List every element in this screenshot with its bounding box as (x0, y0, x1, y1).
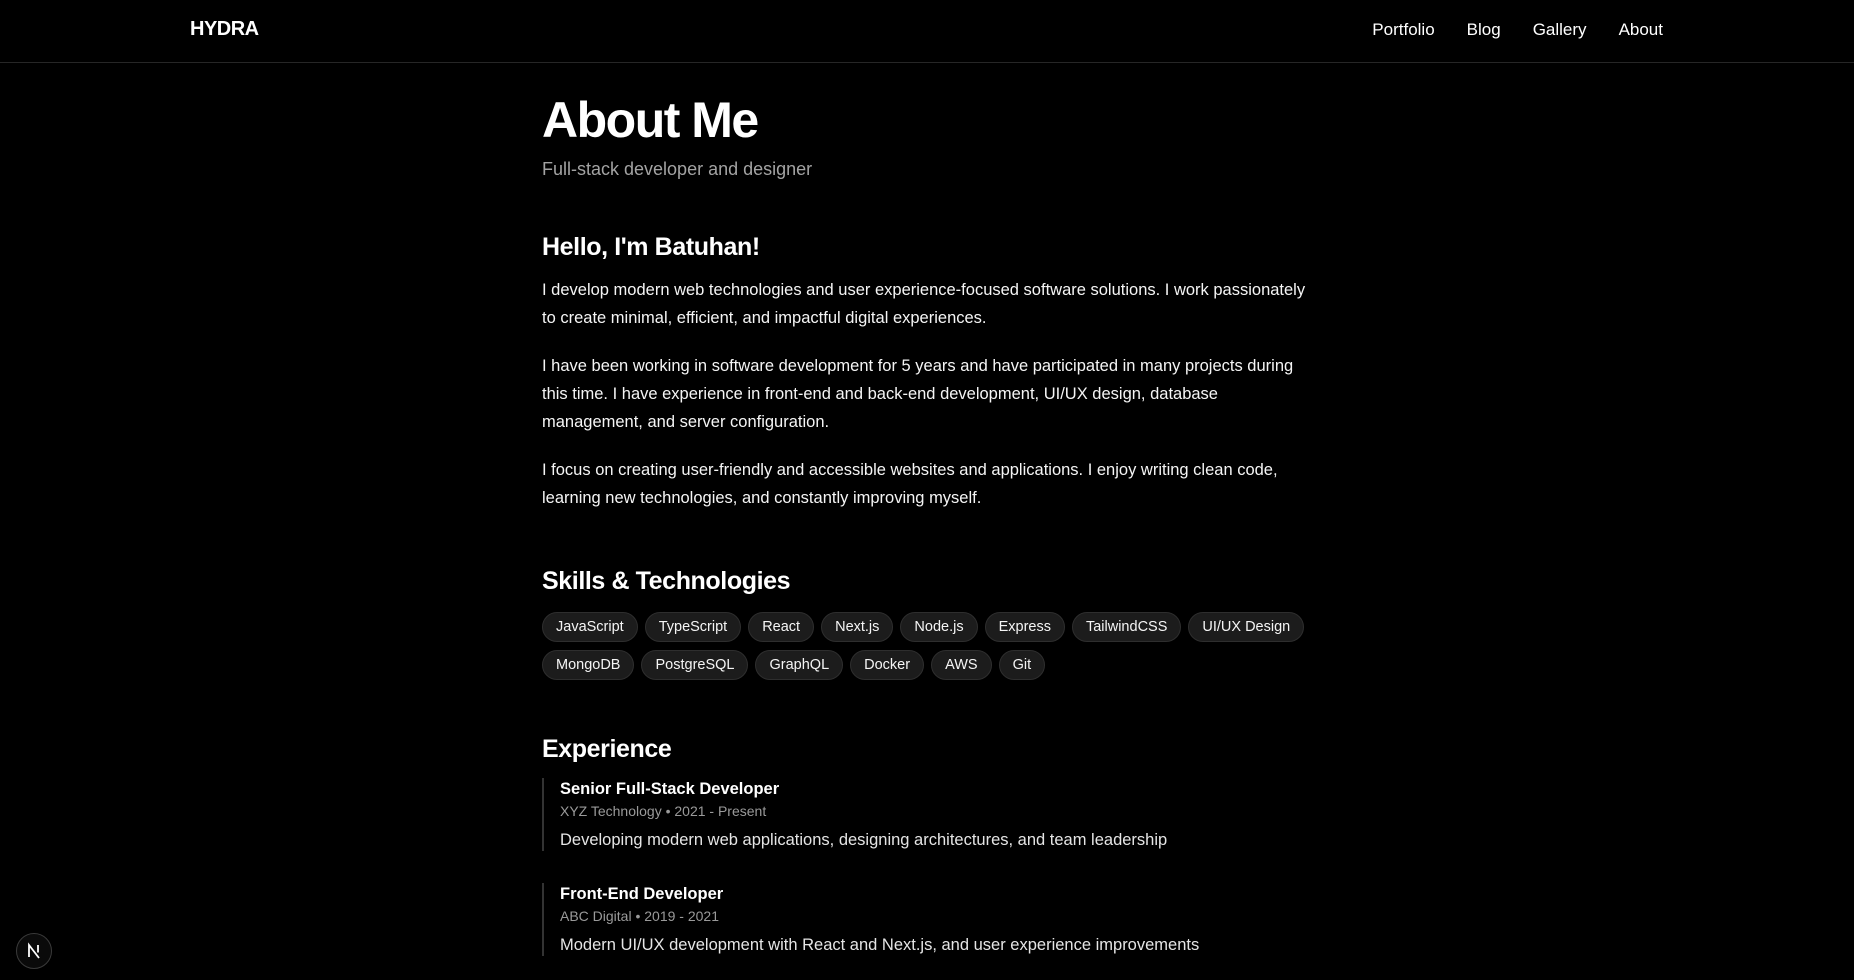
skill-chip: GraphQL (755, 650, 844, 680)
skill-chip: UI/UX Design (1188, 612, 1305, 642)
intro-heading: Hello, I'm Batuhan! (542, 233, 760, 261)
job-description: Modern UI/UX development with React and … (560, 936, 1200, 954)
skills-list: JavaScript TypeScript React Next.js Node… (542, 612, 1312, 680)
skill-chip: TailwindCSS (1071, 612, 1182, 642)
nav-link-about[interactable]: About (1619, 20, 1663, 40)
nav-link-gallery[interactable]: Gallery (1533, 20, 1587, 40)
about-content: About Me Full-stack developer and design… (542, 90, 1312, 956)
top-navbar: HYDRA Portfolio Blog Gallery About (0, 0, 1854, 63)
intro-paragraph: I have been working in software developm… (542, 357, 1294, 431)
brand-logo-link[interactable]: HYDRA (190, 18, 259, 41)
skill-chip: Docker (850, 650, 925, 680)
nextjs-dev-indicator-button[interactable] (16, 933, 52, 969)
experience-item: Senior Full-Stack Developer XYZ Technolo… (542, 778, 1312, 851)
job-meta: XYZ Technology • 2021 - Present (560, 803, 767, 819)
skills-heading: Skills & Technologies (542, 567, 791, 595)
main-nav: Portfolio Blog Gallery About (1372, 20, 1663, 40)
intro-paragraph: I focus on creating user-friendly and ac… (542, 461, 1278, 507)
nav-link-blog[interactable]: Blog (1467, 20, 1501, 40)
skill-chip: Express (984, 612, 1065, 642)
skill-chip: Next.js (821, 612, 894, 642)
intro-paragraph: I develop modern web technologies and us… (542, 281, 1306, 327)
experience-item: Front-End Developer ABC Digital • 2019 -… (542, 883, 1312, 956)
nextjs-logo-icon (28, 942, 40, 959)
experience-heading: Experience (542, 735, 672, 763)
nav-link-portfolio[interactable]: Portfolio (1372, 20, 1434, 40)
skill-chip: PostgreSQL (641, 650, 749, 680)
job-description: Developing modern web applications, desi… (560, 831, 1168, 849)
job-meta: ABC Digital • 2019 - 2021 (560, 908, 719, 924)
page-title: About Me (542, 92, 759, 148)
job-role: Front-End Developer (560, 885, 724, 903)
skill-chip: MongoDB (542, 650, 635, 680)
page-subtitle: Full-stack developer and designer (542, 159, 813, 179)
skill-chip: TypeScript (644, 612, 742, 642)
job-role: Senior Full-Stack Developer (560, 780, 780, 798)
skill-chip: JavaScript (542, 612, 638, 642)
skill-chip: Node.js (900, 612, 978, 642)
skill-chip: React (748, 612, 815, 642)
skill-chip: AWS (931, 650, 992, 680)
skill-chip: Git (998, 650, 1046, 680)
